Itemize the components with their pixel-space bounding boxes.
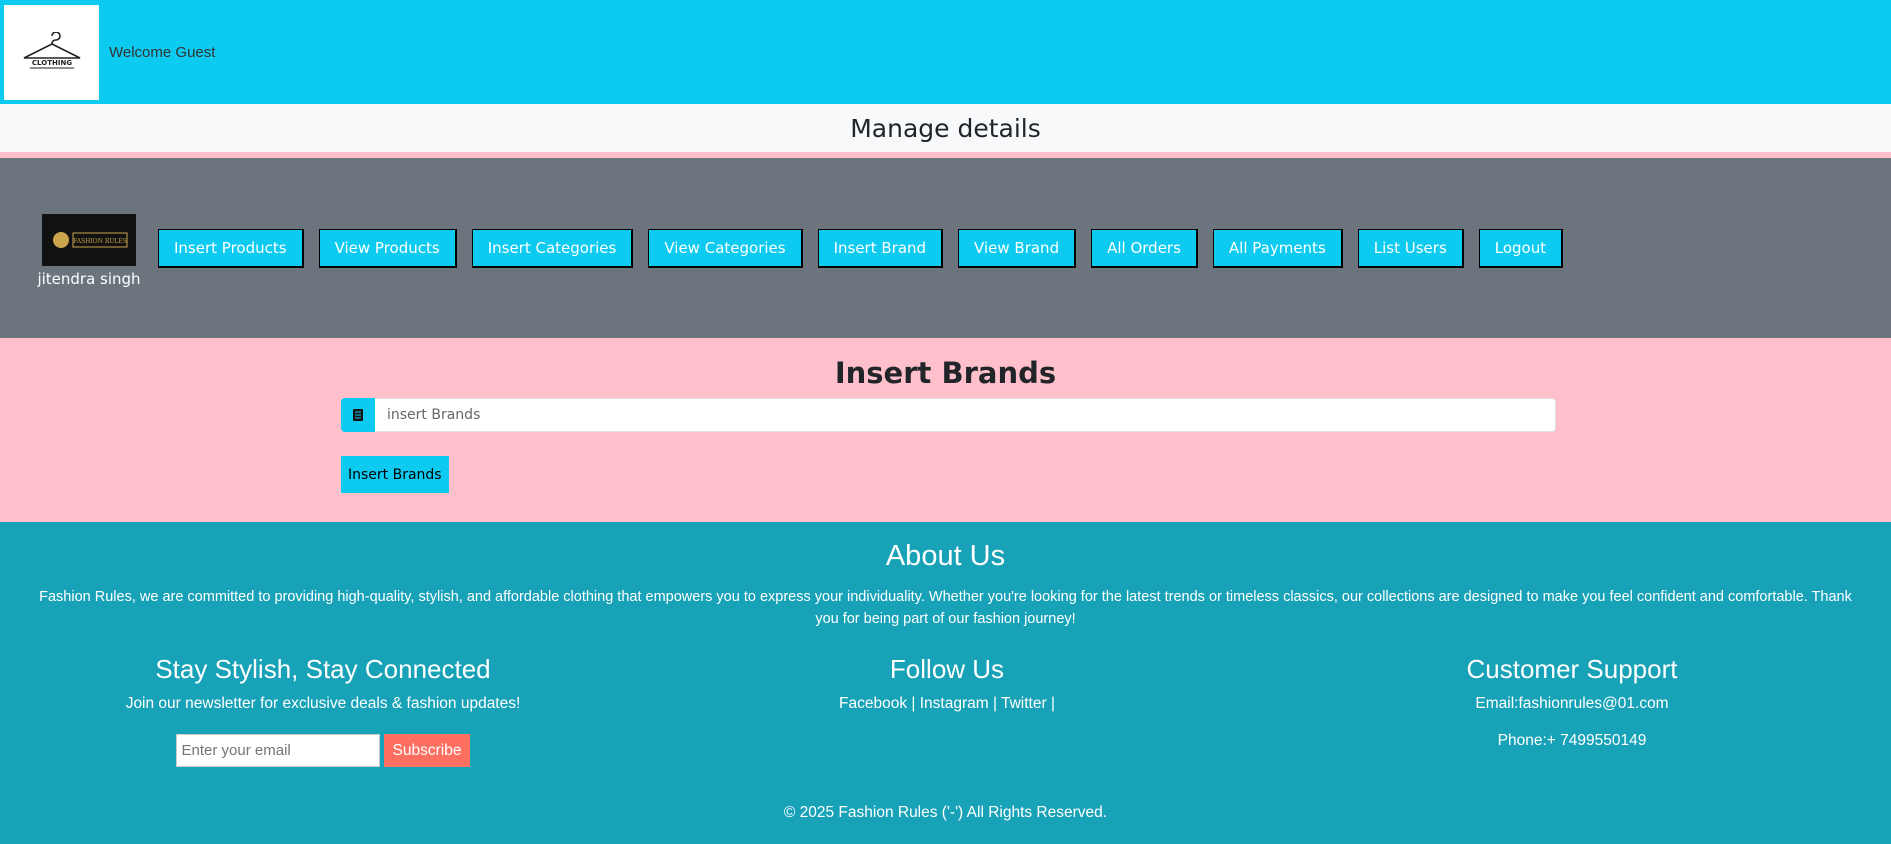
- insert-brand-button[interactable]: Insert Brand: [817, 228, 944, 268]
- newsletter-section: Stay Stylish, Stay Connected Join our ne…: [123, 654, 523, 767]
- all-payments-button[interactable]: All Payments: [1212, 228, 1343, 268]
- logout-button[interactable]: Logout: [1478, 228, 1564, 268]
- facebook-link[interactable]: Facebook: [839, 695, 907, 712]
- subscribe-button[interactable]: Subscribe: [383, 734, 471, 767]
- footer: About Us Fashion Rules, we are committed…: [0, 522, 1891, 844]
- all-orders-button[interactable]: All Orders: [1091, 228, 1198, 268]
- view-categories-button[interactable]: View Categories: [648, 228, 803, 268]
- admin-profile: FASHION RULES jitendra singh: [37, 214, 141, 288]
- insert-brands-section: Insert Brands Insert Brands: [0, 338, 1891, 522]
- follow-title: Follow Us: [889, 654, 1005, 684]
- about-text: Fashion Rules, we are committed to provi…: [39, 589, 1852, 627]
- insert-brands-title: Insert Brands: [834, 356, 1057, 390]
- manage-details-bar: Manage details: [0, 104, 1891, 152]
- social-links: Facebook | Instagram | Twitter |: [839, 695, 1055, 712]
- about-title: About Us: [885, 540, 1006, 572]
- hanger-icon: CLOTHING: [23, 32, 80, 69]
- view-brand-button[interactable]: View Brand: [958, 228, 1077, 268]
- support-phone: Phone:+ 7499550149: [1497, 732, 1647, 749]
- instagram-link[interactable]: Instagram: [920, 695, 989, 712]
- support-title: Customer Support: [1466, 654, 1678, 684]
- email-input[interactable]: [175, 734, 380, 767]
- newsletter-form: Subscribe: [123, 734, 523, 767]
- welcome-text: Welcome Guest: [109, 43, 216, 61]
- admin-nav-buttons: Insert Products View Products Insert Cat…: [158, 228, 1578, 268]
- brand-name-input[interactable]: [375, 398, 1556, 432]
- svg-text:CLOTHING: CLOTHING: [31, 59, 71, 67]
- brand-input-group: [341, 398, 1556, 432]
- insert-brands-button[interactable]: Insert Brands: [341, 456, 449, 493]
- follow-section: Follow Us Facebook | Instagram | Twitter…: [747, 654, 1147, 713]
- admin-avatar: FASHION RULES: [42, 214, 136, 266]
- newsletter-title: Stay Stylish, Stay Connected: [155, 654, 491, 684]
- support-section: Customer Support Email:fashionrules@01.c…: [1372, 654, 1772, 750]
- admin-name: jitendra singh: [37, 270, 141, 288]
- insert-categories-button[interactable]: Insert Categories: [471, 228, 634, 268]
- newsletter-text: Join our newsletter for exclusive deals …: [125, 695, 521, 712]
- page-title: Manage details: [850, 113, 1041, 143]
- fashion-rules-logo-icon: FASHION RULES: [47, 225, 131, 255]
- twitter-link[interactable]: Twitter: [1001, 695, 1047, 712]
- receipt-icon: [341, 398, 375, 432]
- list-users-button[interactable]: List Users: [1357, 228, 1464, 268]
- top-header: CLOTHING Welcome Guest: [0, 0, 1891, 104]
- support-email: Email:fashionrules@01.com: [1475, 695, 1669, 712]
- svg-text:FASHION RULES: FASHION RULES: [73, 238, 127, 245]
- insert-products-button[interactable]: Insert Products: [158, 228, 304, 268]
- view-products-button[interactable]: View Products: [318, 228, 457, 268]
- admin-nav-bar: FASHION RULES jitendra singh Insert Prod…: [0, 158, 1891, 338]
- copyright: © 2025 Fashion Rules ('-') All Rights Re…: [783, 804, 1108, 821]
- store-logo[interactable]: CLOTHING: [4, 4, 99, 100]
